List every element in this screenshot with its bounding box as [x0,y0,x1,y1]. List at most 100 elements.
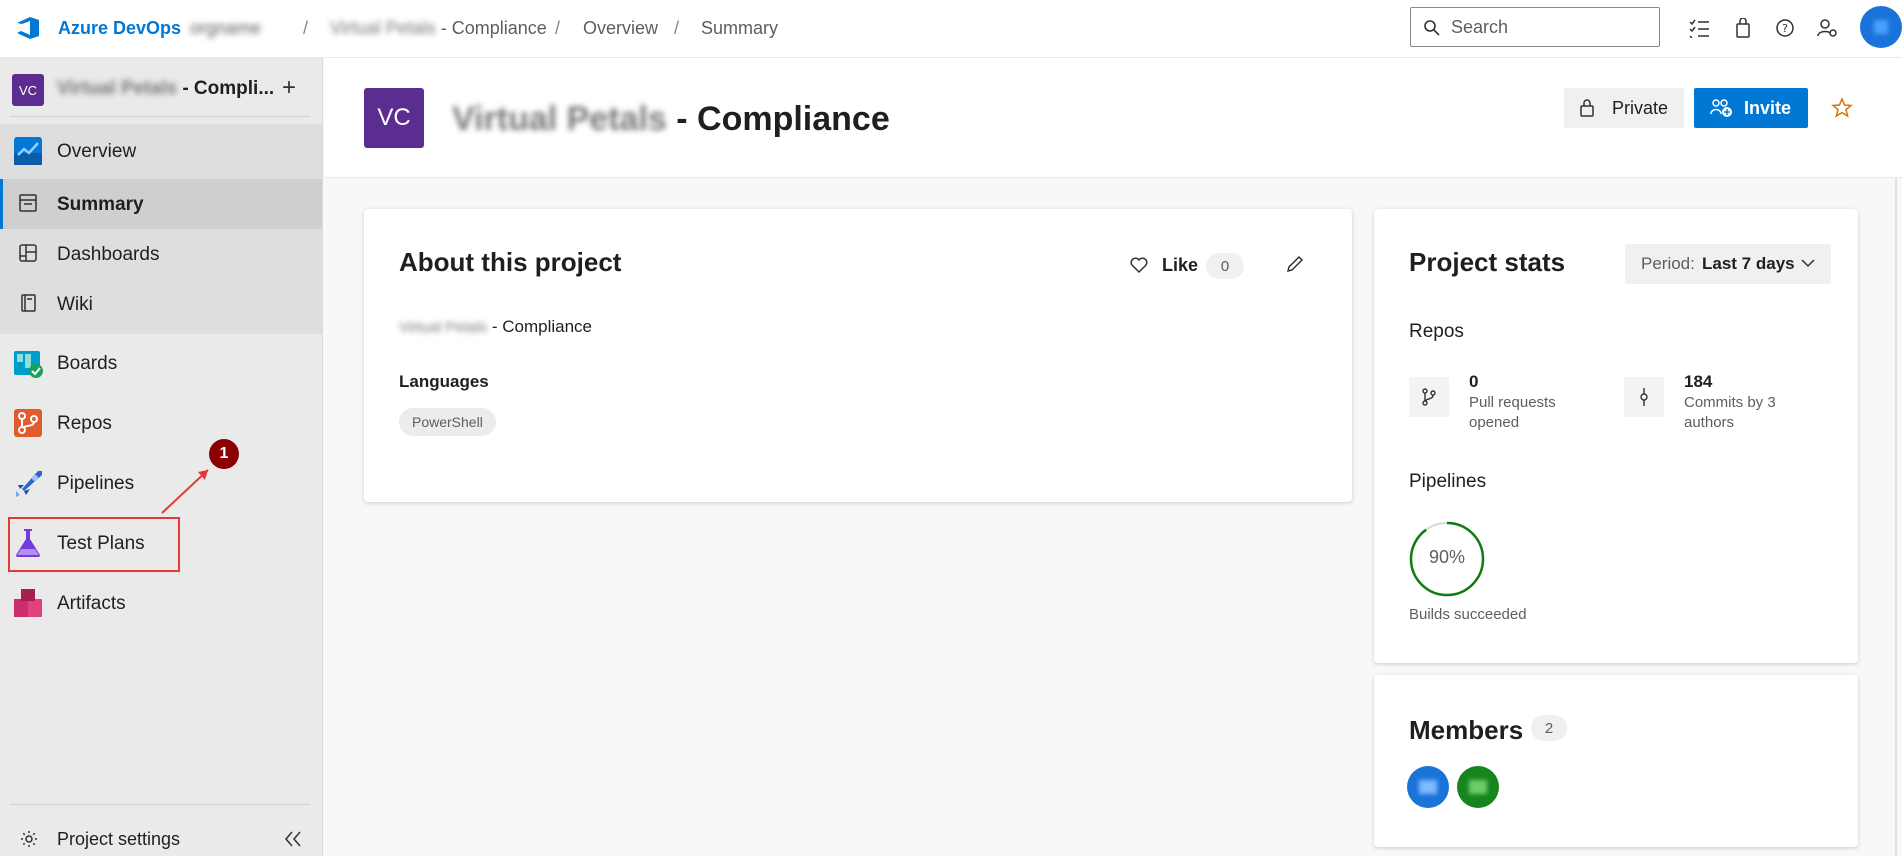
breadcrumb-separator: / [303,18,309,38]
wiki-icon [21,294,36,312]
edit-pencil-icon[interactable] [1284,253,1306,275]
project-description-blurred: Virtual Petals [399,319,488,336]
languages-label: Languages [399,372,489,391]
favorite-star-icon[interactable] [1830,96,1854,120]
member-avatar[interactable] [1407,766,1449,808]
invite-label: Invite [1744,98,1792,118]
period-value: Last 7 days [1702,254,1795,273]
summary-icon [19,194,37,212]
collapse-sidebar-icon[interactable] [283,830,303,848]
work-items-icon[interactable] [1686,15,1712,41]
sidebar: VC Virtual Petals - Compli... + Overview… [0,58,323,856]
sidebar-item-label: Overview [57,141,137,162]
annotation-callout-badge: 1 [209,439,239,469]
annotation-highlight-box [8,517,180,572]
invite-button[interactable]: Invite [1694,88,1808,128]
pull-requests-count[interactable]: 0 [1469,372,1478,392]
repos-section-label: Repos [1409,321,1464,342]
search-box[interactable] [1410,7,1660,47]
sidebar-item-label: Wiki [57,294,93,315]
lock-icon [1580,99,1594,117]
about-card: About this project Like 0 Virtual Petals… [364,209,1352,502]
project-settings-label: Project settings [57,829,181,849]
search-input[interactable] [1451,16,1651,38]
project-name[interactable]: Virtual Petals - Compli... [57,78,274,100]
heart-icon [1130,257,1148,273]
project-avatar-tile: VC [364,88,424,148]
breadcrumb-project-blurred: Virtual Petals [330,18,436,38]
breadcrumb-summary[interactable]: Summary [701,18,778,39]
sidebar-item-summary[interactable]: Summary [0,179,322,229]
about-title: About this project [399,247,622,277]
sidebar-item-wiki[interactable]: Wiki [0,279,322,329]
repos-icon [14,409,42,437]
private-label: Private [1612,98,1669,118]
project-name-blurred: Virtual Petals [57,78,178,99]
like-label: Like [1162,255,1199,275]
members-count-badge: 2 [1531,715,1567,741]
breadcrumb-project[interactable]: Virtual Petals - Compliance [330,18,547,39]
commit-icon [1624,377,1664,417]
period-label: Period: [1641,254,1695,273]
builds-success-percent: 90% [1428,547,1466,567]
breadcrumb-project-suffix: - Compliance [440,18,547,38]
pipelines-section-label: Pipelines [1409,471,1487,492]
members-card: Members 2 [1374,675,1858,847]
sidebar-item-dashboards[interactable]: Dashboards [0,229,322,279]
add-people-icon [1710,99,1732,117]
sidebar-item-label: Repos [57,413,112,434]
breadcrumb-separator: / [555,18,561,38]
sidebar-item-label: Boards [57,353,118,374]
boards-icon [14,351,43,378]
members-title: Members [1409,715,1524,745]
sidebar-divider [10,804,310,805]
sidebar-item-label: Dashboards [57,244,160,265]
project-description: Virtual Petals - Compliance [399,317,592,337]
sidebar-item-label: Artifacts [57,593,126,614]
user-avatar[interactable] [1860,6,1902,48]
breadcrumb-separator: / [674,18,680,38]
commits-count[interactable]: 184 [1684,372,1712,392]
pull-requests-caption: Pull requests opened [1469,394,1556,431]
commits-caption: Commits by 3 authors [1684,394,1776,431]
chevron-down-icon [1801,259,1815,268]
private-button[interactable]: Private [1564,88,1684,128]
sidebar-item-boards[interactable]: Boards [0,338,322,388]
breadcrumb-overview[interactable]: Overview [583,18,658,39]
project-settings-button[interactable]: Project settings [0,820,322,856]
help-icon[interactable]: ? [1772,15,1798,41]
add-new-button[interactable]: + [282,74,296,102]
member-avatar[interactable] [1457,766,1499,808]
project-description-suffix: - Compliance [491,317,592,336]
gear-icon [21,831,37,847]
project-name-suffix: - Compli... [182,78,275,99]
marketplace-bag-icon[interactable] [1730,15,1756,41]
svg-text:?: ? [1782,22,1788,35]
artifacts-icon [14,589,42,617]
dashboards-icon [19,244,37,262]
scrollbar-track[interactable] [1895,178,1897,856]
page-title-blurred: Virtual Petals [452,100,667,138]
page-title: Virtual Petals - Compliance [452,100,890,139]
project-stats-card: Project stats Period: Last 7 days Repos … [1374,209,1858,663]
sidebar-item-label: Summary [57,194,144,215]
period-dropdown[interactable]: Period: Last 7 days [1625,244,1831,284]
pull-request-icon [1409,377,1449,417]
like-count-badge: 0 [1206,253,1244,279]
project-tile[interactable]: VC [12,74,44,106]
sidebar-item-artifacts[interactable]: Artifacts [0,578,322,628]
sidebar-divider [10,116,310,117]
search-icon [1424,20,1440,36]
pipelines-icon [16,471,42,497]
sidebar-item-repos[interactable]: Repos [0,398,322,448]
azure-devops-logo-icon[interactable] [14,14,42,42]
stats-title: Project stats [1409,247,1566,277]
sidebar-item-overview[interactable]: Overview [0,124,322,179]
overview-icon [14,137,42,165]
brand-name[interactable]: Azure DevOps [58,18,181,39]
breadcrumb-org[interactable]: orgname [190,18,261,39]
builds-caption: Builds succeeded [1409,606,1527,623]
language-chip: PowerShell [399,408,496,436]
user-settings-icon[interactable] [1814,15,1840,41]
page-title-suffix: - Compliance [676,100,890,138]
